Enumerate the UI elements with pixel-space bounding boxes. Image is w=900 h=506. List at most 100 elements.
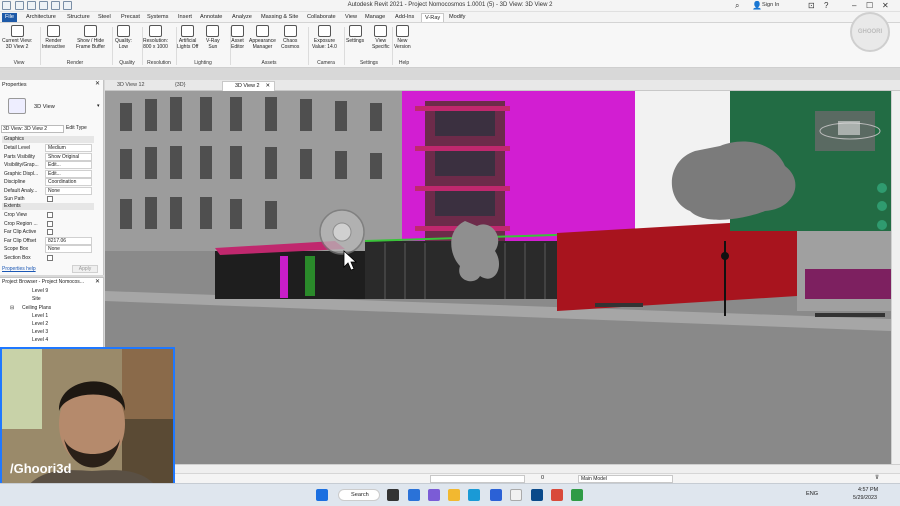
browser-item[interactable]: Level 3 bbox=[32, 329, 48, 335]
ribbon-tab[interactable]: Add-Ins bbox=[392, 13, 417, 22]
model-select[interactable]: Main Model bbox=[578, 475, 673, 483]
ribbon-tab[interactable]: Systems bbox=[144, 13, 171, 22]
property-row[interactable]: Far Clip Active bbox=[2, 228, 92, 236]
workset-select[interactable] bbox=[430, 475, 525, 483]
ribbon-tab[interactable]: File bbox=[2, 13, 18, 22]
ribbon-tab[interactable]: Structure bbox=[64, 13, 93, 22]
property-row[interactable]: Far Clip Offset 8217.06 bbox=[2, 236, 92, 245]
ribbon-tab[interactable]: Annotate bbox=[197, 13, 225, 22]
revit-taskbar-icon[interactable] bbox=[531, 489, 543, 501]
file-explorer-icon[interactable] bbox=[448, 489, 460, 501]
ribbon-tab[interactable]: View bbox=[342, 13, 360, 22]
tree-collapse-icon[interactable]: ⊟ bbox=[10, 305, 14, 311]
close-browser-icon[interactable]: ✕ bbox=[95, 278, 100, 285]
language-indicator[interactable]: ENG bbox=[806, 491, 818, 497]
ribbon-button[interactable]: Resolution: 800 x 1000 bbox=[143, 25, 168, 50]
browser-item[interactable]: Site bbox=[32, 296, 41, 302]
sign-in-link[interactable]: Sign In bbox=[762, 1, 779, 10]
ribbon-group-label[interactable]: Lighting bbox=[176, 60, 230, 67]
chevron-down-icon[interactable]: ▾ bbox=[97, 103, 100, 109]
property-row[interactable]: Section Box bbox=[2, 254, 92, 262]
browser-item[interactable]: Level 2 bbox=[32, 321, 48, 327]
property-value[interactable]: Medium bbox=[45, 144, 92, 152]
browser-item[interactable]: Level 1 bbox=[32, 313, 48, 319]
ribbon-button[interactable]: Artificial Lights Off bbox=[177, 25, 198, 50]
filter-icon[interactable]: ⊽ bbox=[875, 475, 879, 481]
ribbon-tab[interactable]: Analyze bbox=[229, 13, 255, 22]
close-panel-icon[interactable]: ✕ bbox=[95, 80, 100, 87]
maximize-icon[interactable]: ☐ bbox=[866, 1, 873, 10]
property-row[interactable]: Crop View bbox=[2, 211, 92, 219]
property-value[interactable]: 8217.06 bbox=[45, 236, 92, 245]
ribbon-button[interactable]: Settings bbox=[346, 25, 364, 45]
help-icon[interactable]: ? bbox=[824, 1, 828, 10]
ribbon-tab[interactable]: Steel bbox=[95, 13, 114, 22]
view-tab[interactable]: 3D View 12 bbox=[105, 81, 148, 91]
property-row[interactable]: Visibility/Grap... Edit... bbox=[2, 161, 92, 169]
teams-icon[interactable] bbox=[428, 489, 440, 501]
ribbon-button[interactable]: New Version bbox=[394, 25, 411, 50]
cart-icon[interactable]: ⊡ bbox=[808, 1, 815, 10]
3d-viewport[interactable] bbox=[105, 91, 891, 464]
property-checkbox[interactable] bbox=[47, 212, 53, 218]
chrome-icon[interactable] bbox=[490, 489, 502, 501]
property-row[interactable]: Parts Visibility Show Original bbox=[2, 152, 92, 161]
ribbon-tab[interactable]: Precast bbox=[118, 13, 143, 22]
minimize-icon[interactable]: – bbox=[852, 1, 856, 10]
properties-help-link[interactable]: Properties help bbox=[2, 266, 36, 272]
ribbon-button[interactable]: Asset Editor bbox=[231, 25, 244, 50]
close-icon[interactable]: ✕ bbox=[882, 1, 889, 10]
property-row[interactable]: Scope Box None bbox=[2, 245, 92, 253]
ribbon-button[interactable]: Show / Hide Frame Buffer bbox=[76, 25, 105, 50]
view-tab[interactable]: {3D} bbox=[163, 81, 190, 91]
store-icon[interactable] bbox=[510, 489, 522, 501]
ribbon-group-label[interactable]: Settings bbox=[344, 60, 394, 67]
ribbon-tab[interactable]: Collaborate bbox=[304, 13, 339, 22]
browser-item[interactable]: Level 9 bbox=[32, 288, 48, 294]
ribbon-group-label[interactable]: Resolution bbox=[142, 60, 176, 67]
user-icon[interactable]: 👤 bbox=[752, 1, 762, 10]
ribbon-tab[interactable]: Insert bbox=[175, 13, 195, 22]
property-value[interactable]: Edit... bbox=[45, 161, 92, 169]
property-value[interactable]: Edit... bbox=[45, 169, 92, 178]
property-checkbox[interactable] bbox=[47, 196, 53, 202]
property-value[interactable]: Show Original bbox=[45, 152, 92, 161]
ribbon-button[interactable]: Quality: Low bbox=[115, 25, 132, 50]
property-checkbox[interactable] bbox=[47, 229, 53, 235]
ribbon-group-label[interactable]: View bbox=[2, 60, 36, 67]
property-checkbox[interactable] bbox=[47, 254, 53, 261]
property-checkbox[interactable] bbox=[47, 220, 53, 227]
browser-item[interactable]: Ceiling Plans bbox=[22, 305, 51, 311]
ribbon-button[interactable]: Current View: 3D View 2 bbox=[2, 25, 32, 50]
app-icon-red[interactable] bbox=[551, 489, 563, 501]
property-value[interactable]: None bbox=[45, 245, 92, 253]
property-value[interactable]: None bbox=[45, 186, 92, 195]
ribbon-button[interactable]: Appearance Manager bbox=[249, 25, 276, 50]
close-tab-icon[interactable]: ✕ bbox=[265, 83, 270, 89]
ribbon-tab[interactable]: Massing & Site bbox=[258, 13, 301, 22]
vertical-scrollbar[interactable] bbox=[891, 91, 900, 464]
clock-date[interactable]: 5/29/2023 bbox=[853, 495, 877, 501]
view-selector[interactable]: 3D View: 3D View 2 bbox=[1, 125, 64, 133]
ribbon-tab[interactable]: Modify bbox=[446, 13, 468, 22]
property-row[interactable]: Default Analy... None bbox=[2, 186, 92, 195]
edit-type-button[interactable]: Edit Type bbox=[66, 125, 87, 131]
property-row[interactable]: Graphic Displ... Edit... bbox=[2, 169, 92, 178]
ribbon-tab[interactable]: Manage bbox=[362, 13, 388, 22]
property-value[interactable]: Coordination bbox=[45, 178, 92, 186]
ribbon-group-label[interactable]: Quality bbox=[112, 60, 142, 67]
ribbon-button[interactable]: V-Ray Sun bbox=[206, 25, 220, 50]
ribbon-button[interactable]: View Specific bbox=[372, 25, 390, 50]
property-row[interactable]: Sun Path bbox=[2, 195, 92, 203]
clock-time[interactable]: 4:57 PM bbox=[858, 487, 878, 493]
ribbon-tab[interactable]: V-Ray bbox=[421, 13, 445, 22]
property-row[interactable]: Discipline Coordination bbox=[2, 178, 92, 186]
ribbon-group-label[interactable]: Help bbox=[392, 60, 416, 67]
task-view-icon[interactable] bbox=[387, 489, 399, 501]
property-row[interactable]: Detail Level Medium bbox=[2, 144, 92, 152]
ribbon-group-label[interactable]: Render bbox=[40, 60, 110, 67]
ribbon-group-label[interactable]: Assets bbox=[230, 60, 308, 67]
widgets-icon[interactable] bbox=[408, 489, 420, 501]
view-tab-active[interactable]: 3D View 2 ✕ bbox=[222, 81, 276, 91]
ribbon-button[interactable]: Exposure Value: 14.0 bbox=[312, 25, 337, 50]
